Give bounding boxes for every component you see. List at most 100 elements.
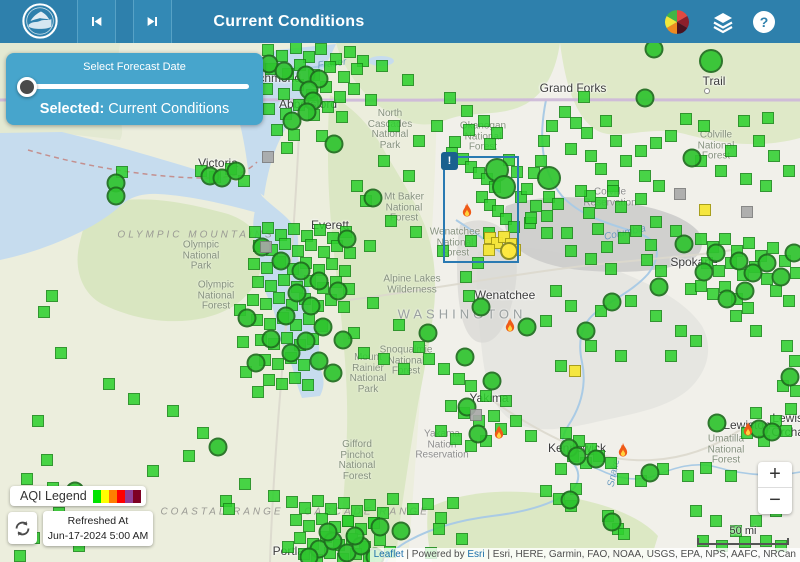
- monitor-square-green[interactable]: [289, 372, 301, 384]
- monitor-square-green[interactable]: [55, 347, 67, 359]
- monitor-square-green[interactable]: [249, 226, 261, 238]
- monitor-square-green[interactable]: [750, 325, 762, 337]
- monitor-circle-green[interactable]: [392, 522, 411, 541]
- monitor-circle-green[interactable]: [781, 368, 800, 387]
- monitor-circle-green[interactable]: [785, 244, 800, 263]
- monitor-square-green[interactable]: [578, 91, 590, 103]
- monitor-square-green[interactable]: [265, 280, 277, 292]
- monitor-square-green[interactable]: [286, 496, 298, 508]
- monitor-square-green[interactable]: [46, 290, 58, 302]
- monitor-square-green[interactable]: [290, 514, 302, 526]
- monitor-circle-green[interactable]: [636, 89, 655, 108]
- monitor-square-green[interactable]: [525, 430, 537, 442]
- monitor-square-green[interactable]: [655, 265, 667, 277]
- monitor-square-green[interactable]: [444, 92, 456, 104]
- monitor-square-green[interactable]: [625, 295, 637, 307]
- monitor-circle-green[interactable]: [107, 187, 126, 206]
- monitor-square-green[interactable]: [292, 245, 304, 257]
- monitor-square-green[interactable]: [263, 103, 275, 115]
- monitor-circle-green-large[interactable]: [699, 49, 723, 73]
- monitor-square-green[interactable]: [314, 224, 326, 236]
- monitor-square-green[interactable]: [762, 112, 774, 124]
- monitor-circle-green[interactable]: [587, 450, 606, 469]
- monitor-square-green[interactable]: [742, 302, 754, 314]
- monitor-square-green[interactable]: [449, 136, 461, 148]
- monitor-square-green[interactable]: [422, 498, 434, 510]
- monitor-circle-green[interactable]: [483, 372, 502, 391]
- monitor-square-green[interactable]: [344, 46, 356, 58]
- monitor-square-green[interactable]: [410, 226, 422, 238]
- monitor-square-green[interactable]: [281, 142, 293, 154]
- monitor-circle-green[interactable]: [334, 331, 353, 350]
- monitor-square-green[interactable]: [288, 129, 300, 141]
- monitor-square-green[interactable]: [565, 143, 577, 155]
- monitor-square-green[interactable]: [264, 318, 276, 330]
- monitor-square-green[interactable]: [402, 74, 414, 86]
- monitor-square-green[interactable]: [698, 120, 710, 132]
- monitor-square-green[interactable]: [298, 359, 310, 371]
- monitor-circle-green[interactable]: [346, 527, 365, 546]
- monitor-circle-green[interactable]: [325, 135, 344, 154]
- monitor-square-green[interactable]: [438, 363, 450, 375]
- monitor-square-green[interactable]: [41, 454, 53, 466]
- monitor-square-green[interactable]: [581, 127, 593, 139]
- monitor-square-green[interactable]: [595, 197, 607, 209]
- monitor-square-green[interactable]: [790, 267, 800, 279]
- monitor-square-green[interactable]: [338, 71, 350, 83]
- fire-icon[interactable]: [502, 317, 518, 335]
- monitor-square-green[interactable]: [753, 135, 765, 147]
- monitor-square-green[interactable]: [278, 274, 290, 286]
- monitor-square-green[interactable]: [768, 150, 780, 162]
- monitor-square-green[interactable]: [525, 212, 537, 224]
- monitor-square-green[interactable]: [398, 363, 410, 375]
- monitor-square-green[interactable]: [665, 130, 677, 142]
- monitor-square-green[interactable]: [715, 165, 727, 177]
- monitor-square-green[interactable]: [540, 485, 552, 497]
- monitor-square-green[interactable]: [725, 145, 737, 157]
- monitor-square-green[interactable]: [351, 63, 363, 75]
- monitor-square-green[interactable]: [358, 347, 370, 359]
- monitor-square-green[interactable]: [653, 180, 665, 192]
- monitor-square-yellow[interactable]: [569, 365, 581, 377]
- monitor-circle-green[interactable]: [518, 318, 537, 337]
- monitor-square-gray[interactable]: [262, 151, 274, 163]
- help-icon[interactable]: ?: [753, 11, 775, 33]
- monitor-square-green[interactable]: [601, 241, 613, 253]
- monitor-circle-green[interactable]: [683, 149, 702, 168]
- monitor-square-green[interactable]: [294, 532, 306, 544]
- monitor-circle-green[interactable]: [736, 282, 755, 301]
- monitor-square-green[interactable]: [461, 105, 473, 117]
- monitor-circle-green[interactable]: [275, 62, 294, 81]
- monitor-square-green[interactable]: [290, 42, 302, 54]
- monitor-square-green[interactable]: [561, 227, 573, 239]
- monitor-square-green[interactable]: [197, 427, 209, 439]
- monitor-circle-green[interactable]: [338, 230, 357, 249]
- monitor-square-green[interactable]: [480, 390, 492, 402]
- monitor-square-green[interactable]: [785, 403, 797, 415]
- monitor-circle-green[interactable]: [272, 252, 291, 271]
- monitor-square-green[interactable]: [364, 240, 376, 252]
- layers-icon[interactable]: [711, 10, 735, 34]
- monitor-square-green[interactable]: [376, 60, 388, 72]
- monitor-circle-green[interactable]: [364, 189, 383, 208]
- monitor-square-green[interactable]: [423, 353, 435, 365]
- monitor-square-green[interactable]: [388, 120, 400, 132]
- monitor-square-green[interactable]: [21, 473, 33, 485]
- monitor-square-green[interactable]: [743, 237, 755, 249]
- monitor-square-green[interactable]: [348, 83, 360, 95]
- monitor-square-green[interactable]: [407, 503, 419, 515]
- monitor-circle-green[interactable]: [227, 162, 246, 181]
- monitor-square-green[interactable]: [700, 462, 712, 474]
- monitor-circle-green[interactable]: [282, 344, 301, 363]
- monitor-circle-green[interactable]: [763, 423, 782, 442]
- monitor-circle-green[interactable]: [641, 464, 660, 483]
- monitor-square-green[interactable]: [639, 170, 651, 182]
- monitor-square-green[interactable]: [675, 325, 687, 337]
- monitor-square-green[interactable]: [413, 135, 425, 147]
- monitor-square-green[interactable]: [595, 163, 607, 175]
- monitor-square-green[interactable]: [324, 61, 336, 73]
- fire-icon[interactable]: [491, 424, 507, 442]
- monitor-circle-green[interactable]: [283, 112, 302, 131]
- monitor-square-gray[interactable]: [674, 188, 686, 200]
- monitor-square-green[interactable]: [367, 297, 379, 309]
